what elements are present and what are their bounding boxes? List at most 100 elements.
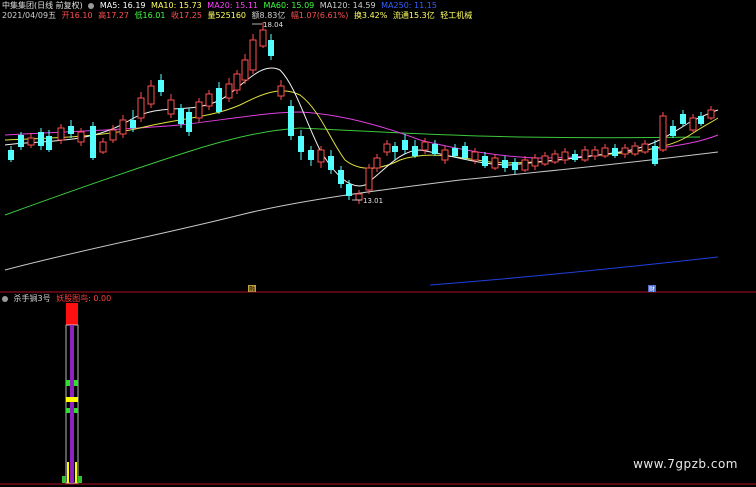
high-price-label: 18.04	[263, 21, 284, 29]
candle-body	[18, 135, 24, 147]
candle-body	[249, 39, 257, 71]
candle-body	[27, 137, 35, 146]
candle-body	[521, 159, 529, 171]
candle-body	[205, 93, 213, 107]
candle-body	[365, 167, 373, 191]
candle-body	[482, 156, 488, 166]
candle-body	[432, 144, 438, 154]
candle-body	[268, 40, 274, 56]
candle-body	[178, 108, 184, 124]
indicator-settings-dot-icon[interactable]	[2, 296, 8, 302]
candle-body	[452, 148, 458, 156]
candle-body	[373, 157, 381, 169]
candle-body	[621, 147, 629, 155]
candle-body	[572, 154, 578, 160]
ma-lines	[4, 67, 719, 286]
candle-body	[99, 141, 107, 153]
candle-body	[680, 114, 686, 124]
indicator-value: 妖股图鸟: 0.00	[56, 294, 112, 303]
candle-body	[392, 146, 398, 152]
candle-body	[109, 129, 117, 141]
candle-body	[130, 120, 136, 128]
ma60-line	[4, 127, 701, 216]
candle-body	[90, 126, 96, 158]
candlestick-chart[interactable]: 18.04 13.01 融 财	[0, 0, 756, 487]
candle-body	[652, 146, 658, 164]
ma250-line	[429, 256, 719, 286]
candle-body	[512, 162, 518, 170]
candle-body	[502, 160, 508, 168]
candle-body	[57, 127, 65, 141]
candle-body	[225, 83, 233, 99]
indicator-green-block-4	[74, 408, 78, 413]
watermark: www.7gpzb.com	[633, 457, 738, 471]
candle-body	[601, 147, 609, 157]
candle-body	[631, 145, 639, 155]
high-price-annotation: 18.04	[252, 21, 284, 29]
indicator-red-cap	[66, 303, 78, 325]
indicator-purple-bar	[70, 325, 74, 483]
indicator-yellow-stem-1	[67, 462, 69, 483]
margin-marker-left[interactable]: 融	[248, 285, 256, 293]
candle-body	[216, 88, 222, 112]
candle-body	[383, 143, 391, 153]
candle-body	[561, 151, 569, 161]
candle-body	[707, 109, 715, 119]
candle-body	[402, 140, 408, 150]
candle-body	[137, 97, 145, 119]
indicator-yellow-stem-2	[75, 462, 77, 483]
indicator-bars	[62, 303, 82, 484]
indicator-title-row: 杀手锏3号 妖股图鸟: 0.00	[2, 294, 114, 303]
finance-marker-right[interactable]: 财	[648, 285, 656, 293]
candle-body	[421, 141, 429, 151]
marker-right-label: 财	[649, 285, 655, 293]
candle-body	[612, 148, 618, 156]
indicator-green-block-2	[74, 380, 78, 386]
stock-chart-window: 中集集团(日线 前复权) MA5: 16.19 MA10: 15.73 MA20…	[0, 0, 756, 487]
candle-body	[317, 149, 325, 163]
candle-body	[689, 117, 697, 131]
candle-body	[308, 150, 314, 160]
indicator-green-foot-1	[62, 476, 66, 483]
candle-body	[186, 112, 192, 132]
candle-body	[531, 157, 539, 167]
candle-body	[147, 85, 155, 105]
candle-body	[288, 106, 294, 136]
indicator-green-block-3	[66, 408, 70, 413]
candle-body	[338, 170, 344, 184]
candle-body	[46, 136, 52, 150]
candle-body	[8, 150, 14, 160]
low-price-label: 13.01	[363, 197, 383, 205]
candle-body	[698, 116, 704, 124]
candle-body	[328, 156, 334, 170]
candle-body	[670, 126, 676, 136]
candle-body	[277, 85, 285, 97]
candle-body	[641, 143, 649, 153]
indicator-yellow-block	[66, 397, 78, 402]
candle-body	[68, 126, 74, 134]
candle-body	[298, 136, 304, 152]
candle-body	[412, 146, 418, 156]
marker-left-label: 融	[249, 285, 255, 293]
candle-body	[167, 99, 175, 115]
candle-body	[441, 149, 449, 161]
candle-body	[541, 155, 549, 165]
candle-body	[659, 115, 667, 151]
candle-body	[346, 184, 352, 196]
candle-body	[233, 73, 241, 91]
ma120-line	[4, 151, 719, 271]
candle-body	[591, 149, 599, 157]
candle-body	[77, 131, 85, 143]
candle-body	[491, 157, 499, 169]
candle-body	[355, 193, 363, 201]
candle-body	[38, 132, 44, 146]
indicator-green-block-1	[66, 380, 70, 386]
indicator-green-foot-2	[78, 476, 82, 483]
candle-body	[471, 151, 479, 161]
candle-body	[551, 153, 559, 163]
candle-body	[195, 101, 203, 119]
candle-body	[241, 59, 249, 81]
ma5-line	[4, 67, 719, 187]
candle-body	[119, 119, 127, 135]
candle-body	[158, 80, 164, 92]
